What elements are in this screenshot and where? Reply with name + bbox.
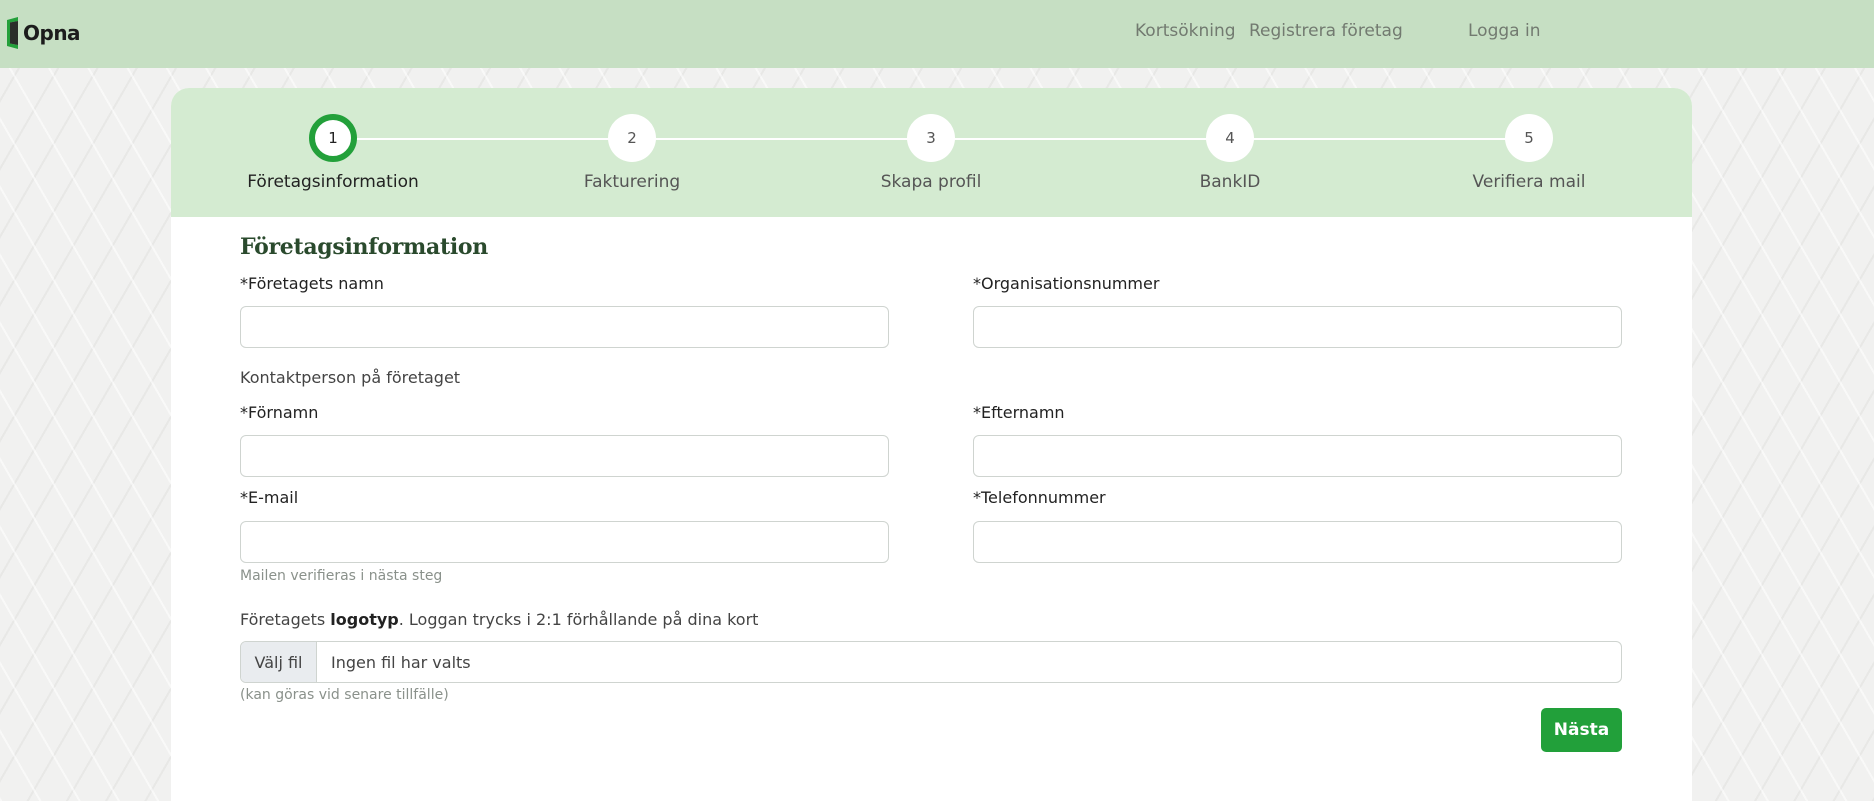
first-name-label: *Förnamn xyxy=(240,403,319,422)
step-4: 4 BankID xyxy=(1120,114,1340,192)
last-name-label: *Efternamn xyxy=(973,403,1065,422)
first-name-input[interactable] xyxy=(240,435,889,477)
step-1: 1 Företagsinformation xyxy=(223,114,443,192)
logo-mark-icon xyxy=(7,17,18,49)
step-2-circle: 2 xyxy=(608,114,656,162)
logo-label-prefix: Företagets xyxy=(240,610,331,629)
step-2-label: Fakturering xyxy=(583,172,681,192)
logo-label-bold: logotyp xyxy=(330,610,399,629)
last-name-input[interactable] xyxy=(973,435,1622,477)
logo-upload-label: Företagets logotyp. Loggan trycks i 2:1 … xyxy=(240,610,758,629)
company-name-input[interactable] xyxy=(240,306,889,348)
nav-register-company-link[interactable]: Registrera företag xyxy=(1249,21,1403,41)
nav-login-link[interactable]: Logga in xyxy=(1468,21,1540,41)
step-1-circle: 1 xyxy=(309,114,357,162)
org-number-label: *Organisationsnummer xyxy=(973,274,1160,293)
next-button[interactable]: Nästa xyxy=(1541,708,1622,752)
email-input[interactable] xyxy=(240,521,889,563)
step-3-circle: 3 xyxy=(907,114,955,162)
step-3: 3 Skapa profil xyxy=(821,114,1041,192)
step-5-label: Verifiera mail xyxy=(1472,172,1586,192)
company-name-label: *Företagets namn xyxy=(240,274,384,293)
brand-name: Opna xyxy=(23,21,81,45)
step-1-label: Företagsinformation xyxy=(247,172,419,192)
step-5-circle: 5 xyxy=(1505,114,1553,162)
step-4-label: BankID xyxy=(1199,172,1261,192)
choose-file-button[interactable]: Välj fil xyxy=(241,642,317,682)
top-navbar: Opna Kortsökning Registrera företag Logg… xyxy=(0,0,1874,68)
step-4-circle: 4 xyxy=(1206,114,1254,162)
registration-card: 1 Företagsinformation 2 Fakturering 3 Sk… xyxy=(171,88,1692,801)
email-help-text: Mailen verifieras i nästa steg xyxy=(240,568,443,584)
form-title: Företagsinformation xyxy=(240,234,488,260)
progress-stepper: 1 Företagsinformation 2 Fakturering 3 Sk… xyxy=(171,88,1692,217)
brand-logo[interactable]: Opna xyxy=(5,16,81,50)
file-status-text: Ingen fil har valts xyxy=(331,652,471,672)
logo-label-suffix: . Loggan trycks i 2:1 förhållande på din… xyxy=(398,610,759,629)
logo-help-text: (kan göras vid senare tillfälle) xyxy=(240,687,449,703)
phone-label: *Telefonnummer xyxy=(973,488,1106,507)
step-3-label: Skapa profil xyxy=(880,172,982,192)
step-5: 5 Verifiera mail xyxy=(1419,114,1639,192)
contact-person-heading: Kontaktperson på företaget xyxy=(240,368,461,387)
phone-input[interactable] xyxy=(973,521,1622,563)
email-label: *E-mail xyxy=(240,488,299,507)
step-2: 2 Fakturering xyxy=(522,114,742,192)
logo-file-input[interactable]: Välj fil Ingen fil har valts xyxy=(240,641,1622,683)
org-number-input[interactable] xyxy=(973,306,1622,348)
nav-card-search-link[interactable]: Kortsökning xyxy=(1135,21,1236,41)
